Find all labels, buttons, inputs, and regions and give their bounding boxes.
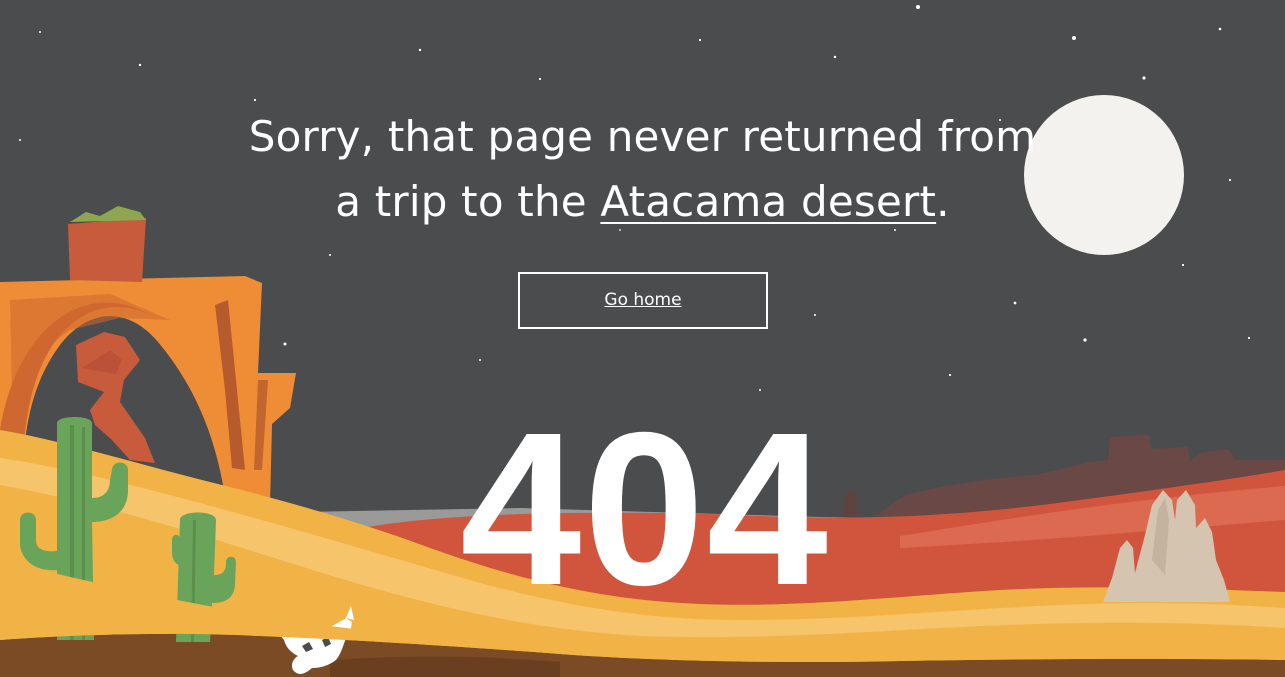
error-message: Sorry, that page never returned from a t…: [240, 104, 1045, 234]
go-home-button[interactable]: Go home: [518, 272, 768, 329]
error-message-period: .: [936, 177, 950, 226]
atacama-desert-link[interactable]: Atacama desert: [600, 177, 936, 226]
error-code-404: 404: [460, 388, 830, 631]
dirt-shadow: [330, 656, 560, 677]
error-page: Sorry, that page never returned from a t…: [0, 0, 1285, 677]
moon-icon: [1024, 95, 1184, 255]
